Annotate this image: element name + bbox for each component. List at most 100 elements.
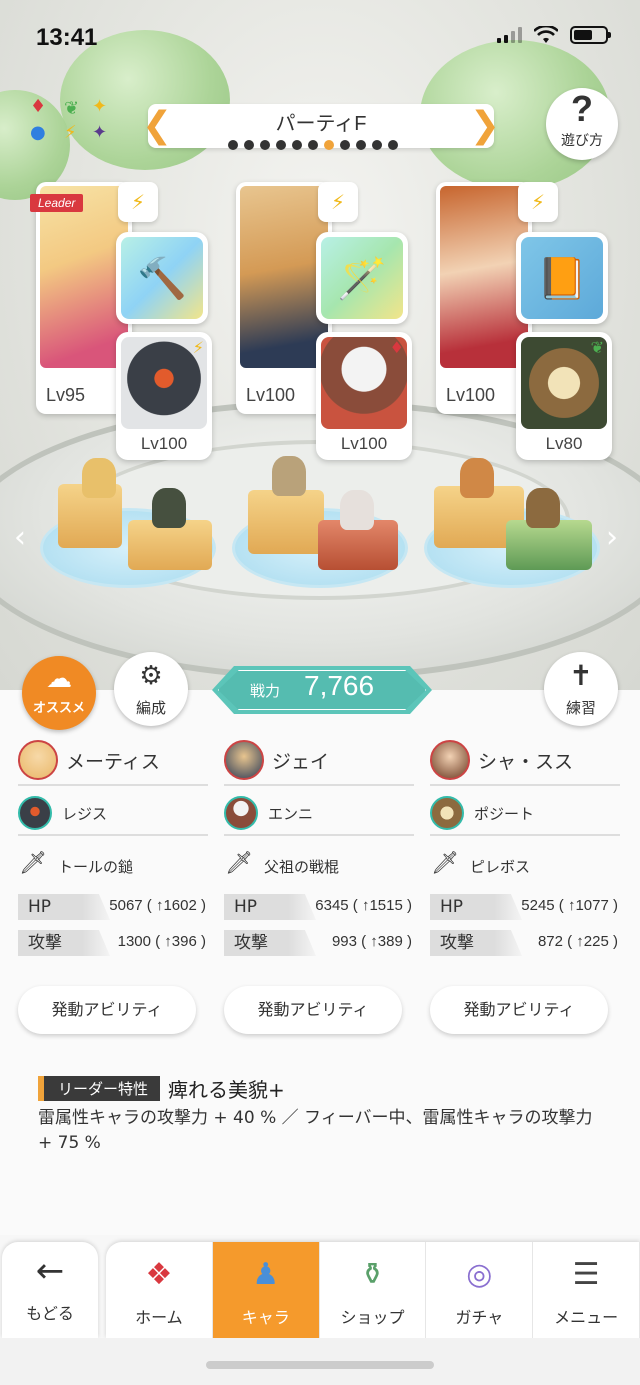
recommend-label: オススメ — [32, 701, 85, 716]
status-time: 13:41 — [36, 24, 98, 51]
main-character-row[interactable]: メーティス — [18, 740, 208, 786]
tab-home[interactable]: ❖ ホーム — [106, 1242, 213, 1338]
sub-element-icon: ❦ — [590, 338, 604, 357]
back-arrow-icon: ← — [35, 1251, 65, 1291]
sub-element-icon: ♦ — [389, 338, 404, 357]
page-dot[interactable] — [372, 140, 382, 150]
staff-icon: 🪄 — [321, 237, 403, 319]
tab-gacha[interactable]: ◎ ガチャ — [426, 1242, 534, 1338]
training-button[interactable]: ✝ 練習 — [544, 652, 618, 726]
sub-character-row[interactable]: ポジート — [430, 796, 620, 836]
attack-value: 872 ( ↑225 ) — [537, 933, 618, 950]
attack-value: 1300 ( ↑396 ) — [117, 933, 206, 950]
page-dot[interactable] — [228, 140, 238, 150]
tab-menu[interactable]: ☰ メニュー — [533, 1242, 640, 1338]
weapon-card[interactable]: 📙 — [516, 232, 608, 324]
leader-trait-description: 雷属性キャラの攻撃力 + 40 % ／ フィーバー中、雷属性キャラの攻撃力 + … — [38, 1108, 593, 1153]
party-page-dots — [228, 140, 398, 150]
leader-badge: Leader — [30, 194, 84, 212]
attack-value: 993 ( ↑389 ) — [331, 933, 412, 950]
character-slot-1[interactable]: Leader Lv95 ⚡ 🔨 ⚡ Lv100 — [30, 182, 212, 462]
weapon-row[interactable]: 🗡 父祖の戦棍 — [224, 846, 414, 886]
page-dot[interactable] — [340, 140, 350, 150]
hp-label: HP — [224, 894, 316, 920]
sub-character-name: レジス — [62, 804, 108, 823]
hammer-icon: 🔨 — [121, 237, 203, 319]
character-sprite — [82, 458, 116, 498]
sub-character-row[interactable]: エンニ — [224, 796, 414, 836]
character-sprite — [526, 488, 560, 528]
prev-party-button[interactable]: ❮ — [142, 106, 172, 146]
leader-trait-name: 痺れる美貌+ — [168, 1078, 285, 1102]
character-sprite — [460, 458, 494, 498]
character-icon: ♟ — [252, 1257, 280, 1292]
character-slot-3[interactable]: Lv100 ⚡ 📙 ❦ Lv80 — [436, 182, 612, 462]
recommend-icon: ☁ — [46, 664, 72, 694]
character-level: Lv95 — [46, 385, 86, 405]
hp-stat: HP 5245 ( ↑1077 ) — [430, 894, 620, 922]
thunder-element-icon: ⚡ — [118, 182, 158, 222]
character-sprite — [272, 456, 306, 496]
tab-shop[interactable]: ⚱ ショップ — [320, 1242, 427, 1338]
dark-element-icon: ✦ — [92, 122, 108, 143]
formation-button[interactable]: ⚙ 編成 — [114, 652, 188, 726]
gacha-icon: ◎ — [466, 1257, 493, 1292]
active-ability-button[interactable]: 発動アビリティ — [224, 986, 402, 1034]
sub-character-card[interactable]: ♦ Lv100 — [316, 332, 412, 460]
character-portrait — [440, 186, 528, 368]
main-character-name: シャ・スス — [478, 750, 574, 773]
weapon-row[interactable]: 🗡 ピレボス — [430, 846, 620, 886]
page-dot[interactable] — [308, 140, 318, 150]
sub-character-card[interactable]: ⚡ Lv100 — [116, 332, 212, 460]
weapon-card[interactable]: 🪄 — [316, 232, 408, 324]
active-ability-button[interactable]: 発動アビリティ — [430, 986, 608, 1034]
sub-character-name: エンニ — [268, 804, 314, 823]
leader-trait: リーダー特性 痺れる美貌+ — [38, 1074, 285, 1103]
sub-character-row[interactable]: レジス — [18, 796, 208, 836]
character-level: Lv100 — [446, 385, 496, 405]
weapon-row[interactable]: 🗡 トールの鎚 — [18, 846, 208, 886]
hp-label: HP — [18, 894, 110, 920]
scroll-right-icon[interactable]: › — [606, 520, 618, 555]
page-dot[interactable] — [356, 140, 366, 150]
character-slot-2[interactable]: Lv100 ⚡ 🪄 ♦ Lv100 — [236, 182, 412, 462]
hp-stat: HP 6345 ( ↑1515 ) — [224, 894, 414, 922]
main-character-row[interactable]: シャ・スス — [430, 740, 620, 786]
sub-character-level: Lv80 — [545, 434, 583, 453]
nav-tabs: ❖ ホーム ♟ キャラ ⚱ ショップ ◎ ガチャ ☰ メニュー — [106, 1242, 640, 1338]
sub-character-card[interactable]: ❦ Lv80 — [516, 332, 612, 460]
weapon-icon: 🗡 — [19, 851, 47, 876]
page-dot[interactable] — [260, 140, 270, 150]
next-party-button[interactable]: ❯ — [470, 106, 500, 146]
page-dot[interactable] — [276, 140, 286, 150]
weapon-name: ピレボス — [470, 857, 531, 876]
tab-label: ガチャ — [455, 1308, 504, 1327]
back-button[interactable]: ← もどる — [2, 1242, 98, 1338]
scroll-left-icon[interactable]: ‹ — [14, 520, 26, 555]
tab-label: ホーム — [135, 1308, 183, 1327]
training-dummy-icon: ✝ — [569, 659, 593, 692]
recommend-button[interactable]: ☁ オススメ — [22, 656, 96, 730]
book-icon: 📙 — [521, 237, 603, 319]
main-character-row[interactable]: ジェイ — [224, 740, 414, 786]
page-dot-active[interactable] — [324, 140, 334, 150]
page-dot[interactable] — [244, 140, 254, 150]
page-dot[interactable] — [388, 140, 398, 150]
sub-character-name: ポジート — [474, 804, 535, 823]
weapon-card[interactable]: 🔨 — [116, 232, 208, 324]
light-element-icon: ✦ — [92, 96, 108, 117]
element-filter-icons[interactable]: ♦ ❦ ✦ ● ⚡ ✦ — [30, 96, 110, 152]
how-to-play-button[interactable]: ? 遊び方 — [546, 88, 618, 160]
attack-label: 攻撃 — [18, 930, 110, 956]
home-indicator[interactable] — [206, 1361, 434, 1369]
avatar — [18, 796, 52, 830]
shop-icon: ⚱ — [359, 1257, 386, 1292]
tab-label: ショップ — [340, 1308, 405, 1327]
fire-element-icon: ♦ — [30, 96, 47, 117]
attack-stat: 攻撃 1300 ( ↑396 ) — [18, 930, 208, 958]
tab-character[interactable]: ♟ キャラ — [212, 1242, 320, 1338]
page-dot[interactable] — [292, 140, 302, 150]
tab-label: メニュー — [554, 1308, 619, 1327]
active-ability-button[interactable]: 発動アビリティ — [18, 986, 196, 1034]
avatar — [224, 796, 258, 830]
